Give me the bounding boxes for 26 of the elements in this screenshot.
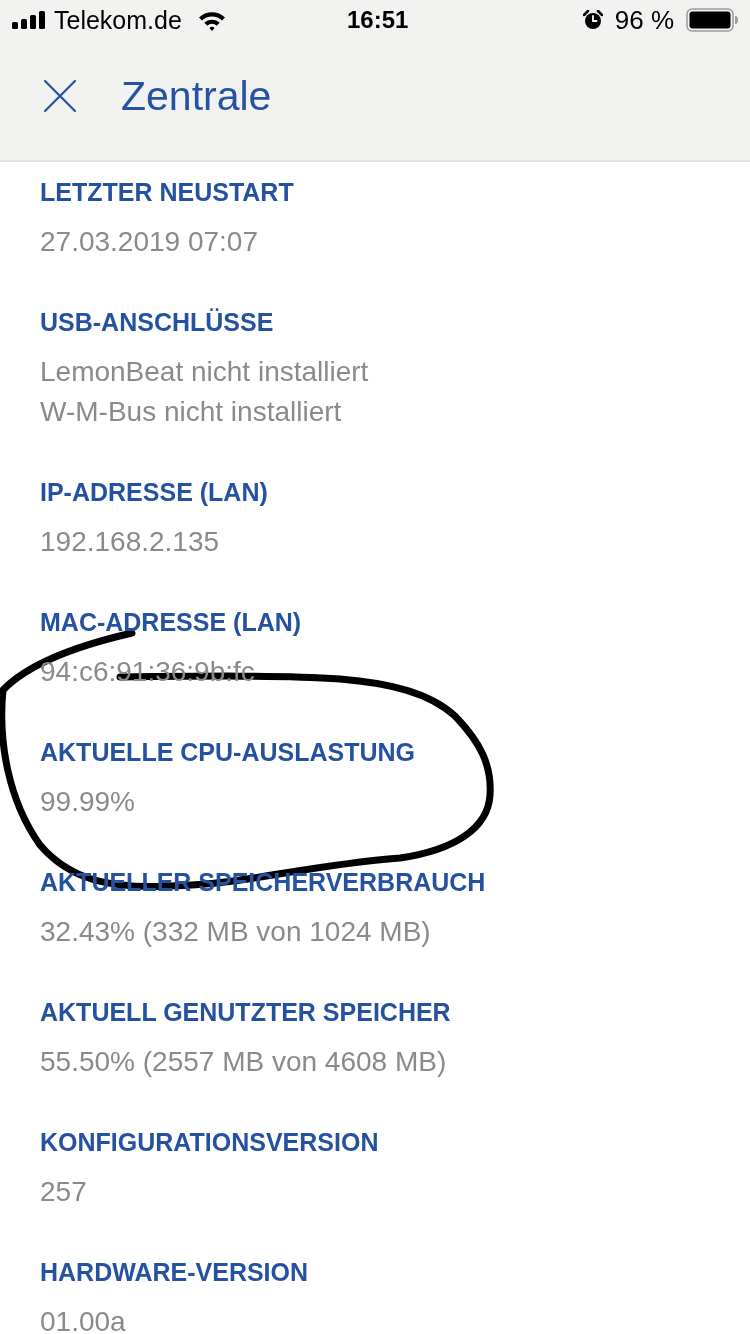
info-value: 99.99% [40,785,136,819]
info-value: 192.168.2.135 [40,525,221,559]
info-label: KONFIGURATIONSVERSION [40,1127,380,1158]
info-value: LemonBeat nicht installiert [40,355,370,389]
signal-bars-icon [12,11,46,29]
info-value: 01.00a [40,1305,127,1334]
status-time: 16:51 [347,5,409,35]
battery-icon [686,8,738,32]
wifi-icon [197,9,226,31]
info-value: 32.43% (332 MB von 1024 MB) [40,915,432,949]
info-value: W-M-Bus nicht installiert [40,395,343,429]
battery-percentage: 96 % [614,5,674,35]
info-label: AKTUELLE CPU-AUSLASTUNG [40,737,416,768]
info-value: 55.50% (2557 MB von 4608 MB) [40,1045,448,1079]
alarm-clock-icon [582,10,603,30]
page-title: Zentrale [121,72,272,120]
info-label: AKTUELL GENUTZTER SPEICHER [40,997,452,1028]
info-label: HARDWARE-VERSION [40,1257,310,1288]
info-value: 27.03.2019 07:07 [40,225,259,259]
info-label: MAC-ADRESSE (LAN) [40,607,303,638]
carrier-name: Telekom.de [54,5,182,35]
info-label: LETZTER NEUSTART [40,177,295,208]
info-label: USB-ANSCHLÜSSE [40,307,275,338]
info-value: 257 [40,1175,88,1209]
close-icon[interactable] [44,80,76,112]
info-label: IP-ADRESSE (LAN) [40,477,269,508]
